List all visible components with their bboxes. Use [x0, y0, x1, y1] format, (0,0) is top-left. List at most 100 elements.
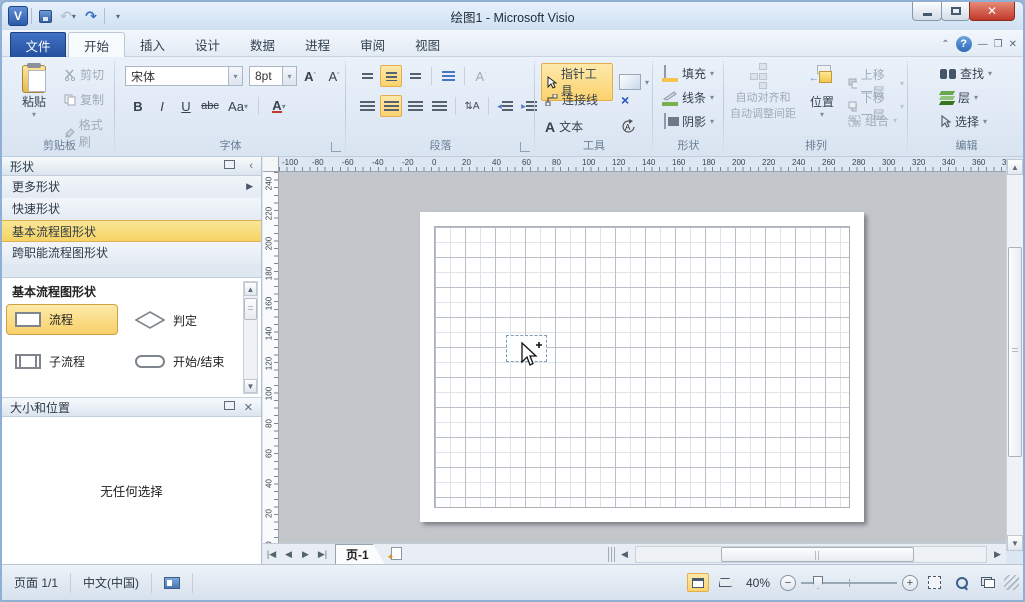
cut-button[interactable]: 剪切 [60, 65, 115, 84]
stencil-scroll-up-icon[interactable]: ▲ [244, 282, 257, 296]
connection-point-tool-button[interactable]: × [617, 91, 633, 109]
underline-button[interactable]: U [175, 95, 197, 117]
close-button[interactable]: ✕ [969, 2, 1015, 21]
select-button[interactable]: 选择▾ [936, 112, 991, 131]
italic-button[interactable]: I [151, 95, 173, 117]
macro-record-button[interactable] [152, 573, 193, 593]
grow-font-button[interactable]: Aˆ [299, 65, 321, 87]
last-page-button[interactable]: ▶| [314, 546, 331, 563]
help-icon[interactable]: ? [956, 36, 972, 52]
fill-button[interactable]: 填充▾ [658, 64, 718, 83]
tab-file[interactable]: 文件 [10, 32, 66, 57]
stencil-scroll-thumb[interactable] [244, 298, 257, 320]
drawing-canvas[interactable] [279, 172, 1010, 547]
find-button[interactable]: 查找▾ [936, 64, 996, 83]
master-process[interactable]: 流程 [6, 304, 118, 335]
horizontal-scrollbar[interactable] [635, 546, 987, 563]
doc-close-icon[interactable]: ✕ [1009, 39, 1017, 50]
doc-restore-icon[interactable]: ❐ [994, 39, 1003, 50]
vertical-scrollbar[interactable]: ▲ ▼ [1006, 159, 1023, 551]
zoom-level[interactable]: 40% [741, 576, 775, 590]
strikethrough-button[interactable]: abc [199, 95, 221, 117]
position-button[interactable]: ← 位置 ▾ [802, 65, 842, 119]
paragraph-dialog-launcher[interactable] [520, 142, 530, 152]
maximize-button[interactable] [941, 2, 970, 21]
tab-view[interactable]: 视图 [400, 32, 455, 57]
fit-page-to-window-button[interactable] [923, 573, 945, 592]
justify-button[interactable] [428, 95, 450, 117]
drawing-page[interactable] [420, 212, 864, 522]
more-shapes-item[interactable]: 更多形状 ▶ [2, 176, 261, 198]
scroll-up-icon[interactable]: ▲ [1007, 159, 1023, 175]
decrease-indent-button[interactable]: ◂ [494, 95, 516, 117]
collapse-panel-icon[interactable]: ‹ [249, 160, 253, 172]
presentation-mode-button[interactable] [714, 573, 736, 592]
size-position-float-icon[interactable] [224, 401, 235, 410]
auto-align-space-button[interactable]: 自动对齐和 自动调整间距 [730, 63, 796, 121]
shadow-button[interactable]: 阴影▾ [658, 112, 718, 131]
shrink-font-button[interactable]: Aˇ [323, 65, 345, 87]
line-button[interactable]: 线条▾ [658, 88, 718, 107]
minimize-button[interactable] [912, 2, 942, 21]
copy-button[interactable]: 复制 [60, 90, 115, 109]
next-page-button[interactable]: ▶ [297, 546, 314, 563]
font-size-select[interactable]: 8pt ▾ [249, 66, 297, 86]
first-page-button[interactable]: |◀ [263, 546, 280, 563]
zoom-slider[interactable] [801, 575, 897, 590]
tab-insert[interactable]: 插入 [125, 32, 180, 57]
tab-process[interactable]: 进程 [290, 32, 345, 57]
font-color-button[interactable]: A▾ [264, 95, 294, 117]
text-direction-button[interactable]: ⇅A [461, 95, 483, 117]
horizontal-scroll-thumb[interactable] [721, 547, 914, 562]
char-spacing-button[interactable]: Aˊ [470, 65, 492, 87]
stencil-scroll-down-icon[interactable]: ▼ [244, 379, 257, 393]
size-position-close-icon[interactable]: ✕ [244, 401, 253, 414]
align-bottom-button[interactable] [404, 65, 426, 87]
tab-data[interactable]: 数据 [235, 32, 290, 57]
zoom-in-button[interactable]: + [902, 575, 918, 591]
tab-design[interactable]: 设计 [180, 32, 235, 57]
layers-button[interactable]: 层▾ [936, 88, 982, 107]
stencil-item-crossfunctional[interactable]: 跨职能流程图形状 [2, 242, 261, 264]
text-block-tool-button[interactable]: A [617, 118, 640, 135]
align-middle-button[interactable] [380, 65, 402, 87]
master-decision[interactable]: 判定 [126, 304, 236, 336]
float-panel-icon[interactable] [224, 160, 235, 169]
group-button[interactable]: 组合▾ [844, 111, 901, 130]
align-right-button[interactable] [404, 95, 426, 117]
prev-page-button[interactable]: ◀ [280, 546, 297, 563]
fill-swatch-button[interactable]: ▾ [615, 73, 653, 91]
zoom-window-button[interactable] [950, 573, 972, 592]
font-dialog-launcher[interactable] [331, 142, 341, 152]
font-name-dropdown-icon[interactable]: ▾ [228, 67, 242, 85]
switch-windows-button[interactable] [977, 573, 999, 592]
zoom-slider-thumb[interactable] [813, 576, 823, 589]
stencil-item-basic-flowchart[interactable]: 基本流程图形状 [2, 220, 261, 242]
vertical-scroll-thumb[interactable] [1008, 247, 1022, 457]
quick-shapes-item[interactable]: 快速形状 [2, 198, 261, 220]
tab-home[interactable]: 开始 [68, 32, 125, 57]
tab-review[interactable]: 审阅 [345, 32, 400, 57]
collapse-ribbon-icon[interactable]: ⌃ [941, 39, 949, 50]
change-case-button[interactable]: Aa▾ [223, 95, 253, 117]
page-indicator[interactable]: 页面 1/1 [2, 573, 71, 593]
doc-minimize-icon[interactable]: — [978, 39, 988, 50]
scroll-down-icon[interactable]: ▼ [1007, 535, 1023, 551]
master-subprocess[interactable]: 子流程 [6, 346, 118, 377]
bold-button[interactable]: B [127, 95, 149, 117]
resize-grip[interactable] [1004, 575, 1019, 590]
page-tab-1[interactable]: 页-1 [335, 544, 385, 565]
horizontal-ruler[interactable]: -100-80-60-40-20020406080100120140160180… [279, 157, 1010, 172]
stencil-scrollbar[interactable]: ▲ ▼ [243, 281, 258, 394]
font-size-dropdown-icon[interactable]: ▾ [282, 67, 296, 85]
align-center-button[interactable] [380, 95, 402, 117]
zoom-out-button[interactable]: − [780, 575, 796, 591]
bullets-button[interactable] [437, 65, 459, 87]
pane-splitter-handle[interactable] [608, 547, 616, 562]
text-tool-button[interactable]: A 文本 [541, 117, 615, 136]
whole-page-view-button[interactable] [687, 573, 709, 592]
master-startend[interactable]: 开始/结束 [126, 346, 238, 377]
align-top-button[interactable] [356, 65, 378, 87]
insert-page-button[interactable]: ✦ [387, 546, 409, 562]
scroll-left-icon[interactable]: ◀ [616, 546, 633, 563]
